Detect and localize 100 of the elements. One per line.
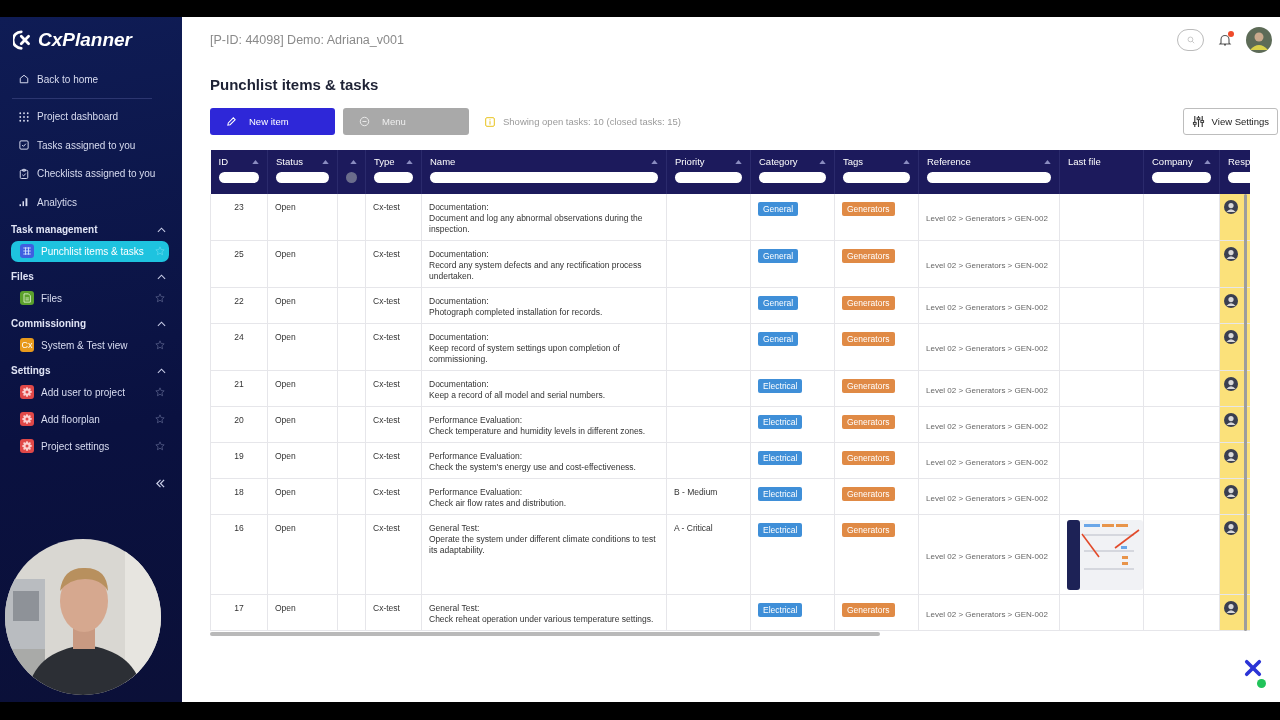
scrollbar[interactable] (210, 632, 880, 636)
filter-field[interactable] (218, 172, 259, 183)
column-header[interactable]: Status (276, 156, 303, 167)
sort-icon[interactable] (322, 159, 329, 164)
chevron-icon[interactable] (157, 226, 166, 233)
info-icon (485, 116, 495, 127)
table-cell: 18 (234, 487, 244, 497)
filter-field[interactable] (374, 172, 413, 183)
column-header[interactable]: Last file (1068, 156, 1101, 167)
sort-icon[interactable] (350, 159, 357, 164)
star-icon[interactable] (155, 246, 165, 256)
sort-icon[interactable] (406, 159, 413, 164)
table-cell: B - Medium (674, 487, 718, 497)
sort-icon[interactable] (252, 159, 259, 164)
avatar-icon[interactable] (1224, 601, 1238, 615)
sort-icon[interactable] (1204, 159, 1211, 164)
star-icon[interactable] (155, 293, 165, 303)
column-header[interactable]: Tags (843, 156, 864, 167)
chevron-icon[interactable] (157, 367, 166, 374)
back-to-home-link[interactable]: Back to home (0, 65, 182, 94)
sort-icon[interactable] (735, 159, 742, 164)
category-tag: General (758, 202, 799, 216)
clipboard-icon (18, 167, 30, 180)
sidebar-item[interactable]: Add user to project (11, 381, 169, 403)
star-icon[interactable] (155, 340, 165, 350)
table-cell: Cx-test (373, 487, 400, 497)
avatar-icon[interactable] (1224, 413, 1238, 427)
tag-label: Generators (842, 523, 895, 537)
sort-icon[interactable] (651, 159, 658, 164)
task-heading: Documentation: (429, 296, 490, 307)
column-header[interactable]: ID (218, 156, 228, 167)
filter-field[interactable] (276, 172, 329, 183)
task-name: Record any system defects and any rectification process undertaken. (429, 260, 643, 282)
column-header[interactable]: Category (759, 156, 798, 167)
sidebar-item[interactable]: Tasks assigned to you (0, 131, 182, 160)
column-header[interactable]: Reference (927, 156, 971, 167)
task-heading: Documentation: (429, 249, 490, 260)
logo-text: CxPlanner (38, 29, 132, 51)
sidebar-item[interactable]: Project dashboard (0, 102, 182, 131)
avatar-icon[interactable] (1224, 449, 1238, 463)
table-cell: Cx-test (373, 249, 400, 259)
sidebar-item[interactable]: Project settings (11, 435, 169, 457)
table-cell: A - Critical (674, 523, 713, 533)
avatar-icon[interactable] (1224, 294, 1238, 308)
filter-field[interactable] (430, 172, 658, 183)
table-cell: Open (275, 523, 296, 533)
sidebar-item[interactable]: Files (11, 287, 169, 309)
avatar-icon[interactable] (1246, 26, 1272, 53)
collapse-icon[interactable] (155, 478, 166, 488)
avatar-icon[interactable] (1224, 330, 1238, 344)
filter-field[interactable] (1152, 172, 1211, 183)
tag-label: Generators (842, 296, 895, 310)
table-cell: 25 (234, 249, 244, 259)
table-cell: Open (275, 451, 296, 461)
scrollbar[interactable] (1244, 194, 1247, 631)
notification-button[interactable] (1218, 32, 1232, 47)
filter-field[interactable] (675, 172, 742, 183)
column-header[interactable]: Company (1152, 156, 1193, 167)
filter-field[interactable] (843, 172, 910, 183)
table-cell: Cx-test (373, 415, 400, 425)
filter-field[interactable] (759, 172, 826, 183)
column-header[interactable]: Priority (675, 156, 705, 167)
avatar-icon[interactable] (1224, 521, 1238, 535)
table-cell: Cx-test (373, 603, 400, 613)
tag-label: Generators (842, 451, 895, 465)
avatar-icon[interactable] (1224, 247, 1238, 261)
tag-label: Generators (842, 202, 895, 216)
avatar-icon[interactable] (1224, 485, 1238, 499)
view-settings-button[interactable]: View Settings (1182, 108, 1278, 135)
sort-icon[interactable] (1044, 159, 1051, 164)
chevron-icon[interactable] (157, 273, 166, 280)
table-cell: Open (275, 296, 296, 306)
table-cell: Cx-test (373, 379, 400, 389)
star-icon[interactable] (155, 414, 165, 424)
bar-chart-icon (18, 196, 30, 209)
avatar-icon[interactable] (1224, 200, 1238, 214)
sort-icon[interactable] (819, 159, 826, 164)
column-header[interactable]: Type (374, 156, 395, 167)
section-title: Commissioning (11, 318, 86, 329)
sort-icon[interactable] (903, 159, 910, 164)
sidebar-item[interactable]: Checklists assigned to you (0, 159, 182, 188)
filter-field[interactable] (927, 172, 1051, 183)
table-cell: 16 (234, 523, 244, 533)
sidebar-item[interactable]: Add floorplan (11, 408, 169, 430)
category-tag: Electrical (758, 415, 803, 429)
task-name: Keep record of system settings upon completion of commissioning. (429, 343, 621, 365)
star-icon[interactable] (155, 441, 165, 451)
new-item-button[interactable]: New item (210, 108, 335, 135)
sliders-icon (1191, 115, 1205, 128)
column-header[interactable]: Resp (1228, 156, 1250, 167)
online-dot (1257, 679, 1266, 688)
table-cell: Open (275, 202, 296, 212)
cross-icon[interactable] (1244, 659, 1262, 677)
avatar-icon[interactable] (1224, 377, 1238, 391)
sidebar-item[interactable]: Cx System & Test view (11, 334, 169, 356)
chevron-icon[interactable] (157, 320, 166, 327)
filter-toggle[interactable] (346, 172, 357, 183)
star-icon[interactable] (155, 387, 165, 397)
sidebar-item[interactable]: Analytics (0, 188, 182, 217)
column-header[interactable]: Name (430, 156, 456, 167)
